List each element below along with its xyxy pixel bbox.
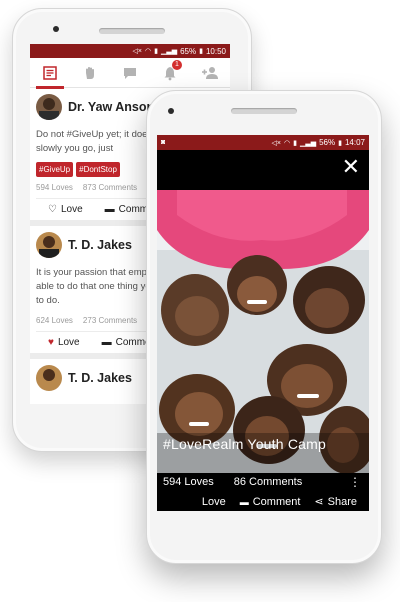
love-count: 624 Loves (36, 316, 73, 325)
tab-bar: 1 (30, 58, 230, 89)
comment-icon: ▬ (239, 496, 249, 507)
wifi-icon: ◠ (283, 139, 291, 147)
post-author[interactable]: T. D. Jakes (68, 371, 132, 385)
avatar[interactable] (36, 94, 62, 120)
mute-icon: ◁× (271, 139, 281, 147)
photo-viewer-screen: ◙ ◁× ◠ ▮ ▁▃▅ 56% ▮ 14:07 ✕ #LoveRealm Yo… (157, 135, 369, 511)
love-button[interactable]: ♥ Love (48, 337, 80, 348)
photo-stats: 594 Loves 86 Comments (157, 473, 369, 491)
share-icon: ⋖ (314, 496, 324, 508)
app-notification-icon: ◙ (161, 139, 166, 146)
mute-icon: ◁× (132, 48, 142, 55)
more-options-icon[interactable]: ⋮ (349, 473, 361, 491)
share-button[interactable]: ⋖ Share (314, 495, 357, 509)
signal-icon: ▮ (293, 139, 297, 147)
tab-add-friend[interactable] (194, 58, 226, 88)
battery-percent: 56% (319, 138, 336, 147)
battery-icon: ▮ (338, 139, 342, 147)
signal-icon: ▮ (154, 48, 158, 55)
comment-icon: ▬ (101, 337, 112, 348)
add-user-icon (202, 66, 218, 79)
feed-icon (43, 65, 57, 80)
comment-count: 873 Comments (82, 183, 138, 192)
battery-percent: 65% (180, 46, 197, 56)
hashtag[interactable]: #DontStop (76, 162, 120, 177)
speaker-grille (231, 108, 297, 114)
hashtag[interactable]: #GiveUp (36, 162, 74, 177)
post-author[interactable]: T. D. Jakes (68, 238, 132, 252)
close-icon[interactable]: ✕ (342, 156, 360, 178)
comment-icon: ▬ (104, 204, 115, 215)
chat-icon (124, 67, 136, 79)
status-bar: ◙ ◁× ◠ ▮ ▁▃▅ 56% ▮ 14:07 (157, 135, 369, 150)
hand-icon (86, 66, 94, 79)
wifi-icon: ◠ (144, 48, 152, 55)
comment-count[interactable]: 86 Comments (234, 476, 302, 488)
speaker-grille (99, 28, 165, 34)
photo-action-bar: Love ▬ Comment ⋖ Share (157, 492, 369, 511)
front-camera (168, 108, 174, 114)
signal-bars-icon: ▁▃▅ (160, 48, 178, 55)
battery-icon: ▮ (199, 48, 203, 55)
heart-outline-icon: ♡ (48, 204, 57, 215)
tab-messages[interactable] (114, 58, 146, 88)
photo-caption: #LoveRealm Youth Camp (163, 436, 326, 452)
heart-filled-icon: ♥ (48, 337, 54, 348)
tab-prayer[interactable] (74, 58, 106, 88)
viewer-top-bar: ✕ (157, 150, 369, 190)
avatar[interactable] (36, 232, 62, 258)
love-button[interactable]: Love (202, 496, 226, 508)
clock: 14:07 (344, 138, 365, 147)
tab-feed[interactable] (34, 58, 66, 89)
clock: 10:50 (205, 46, 226, 56)
front-camera (53, 26, 59, 32)
tab-notifications[interactable]: 1 (154, 58, 186, 88)
signal-bars-icon: ▁▃▅ (299, 139, 317, 147)
status-bar: ◁× ◠ ▮ ▁▃▅ 65% ▮ 10:50 (30, 44, 230, 58)
comment-count: 273 Comments (82, 316, 138, 325)
comment-button[interactable]: ▬ Comment (240, 496, 301, 508)
group-selfie-image (157, 190, 369, 473)
post-photo[interactable] (157, 190, 369, 473)
notification-badge: 1 (172, 59, 182, 70)
love-count: 594 Loves (36, 183, 73, 192)
love-count[interactable]: 594 Loves (163, 476, 214, 488)
avatar[interactable] (36, 365, 62, 391)
love-button[interactable]: ♡ Love (48, 204, 83, 215)
